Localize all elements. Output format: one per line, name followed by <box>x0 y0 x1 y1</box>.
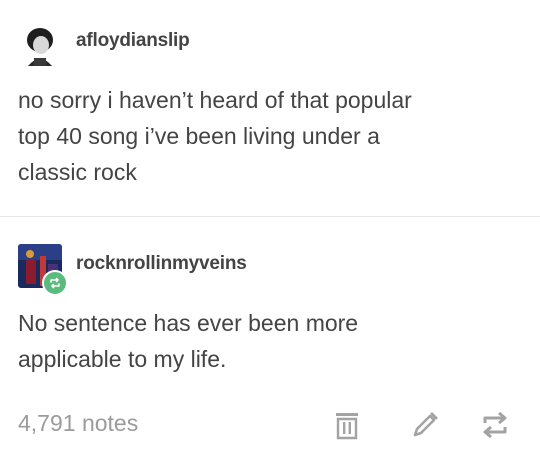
reblog-post-text: No sentence has ever been more applicabl… <box>18 310 359 372</box>
original-post-username[interactable]: afloydianslip <box>76 30 190 52</box>
notes-count[interactable]: 4,791 notes <box>18 410 138 437</box>
afloydianslip-avatar[interactable] <box>18 22 62 66</box>
original-post: afloydianslip no sorry i haven’t heard o… <box>0 0 540 216</box>
reblog-icon <box>483 411 507 439</box>
reblog-icon <box>50 277 60 289</box>
pencil-icon <box>413 412 438 437</box>
reblog-button[interactable] <box>478 408 512 442</box>
edit-button[interactable] <box>408 408 442 442</box>
reblog-badge <box>42 270 68 296</box>
original-post-text: no sorry i haven’t heard of that popular… <box>18 87 412 185</box>
user-avatar-photo-icon <box>18 22 62 66</box>
delete-button[interactable] <box>330 408 364 442</box>
reblog-post-username[interactable]: rocknrollinmyveins <box>76 253 247 275</box>
reblog-post: rocknrollinmyveins No sentence has ever … <box>0 217 540 387</box>
trash-icon <box>336 413 358 440</box>
